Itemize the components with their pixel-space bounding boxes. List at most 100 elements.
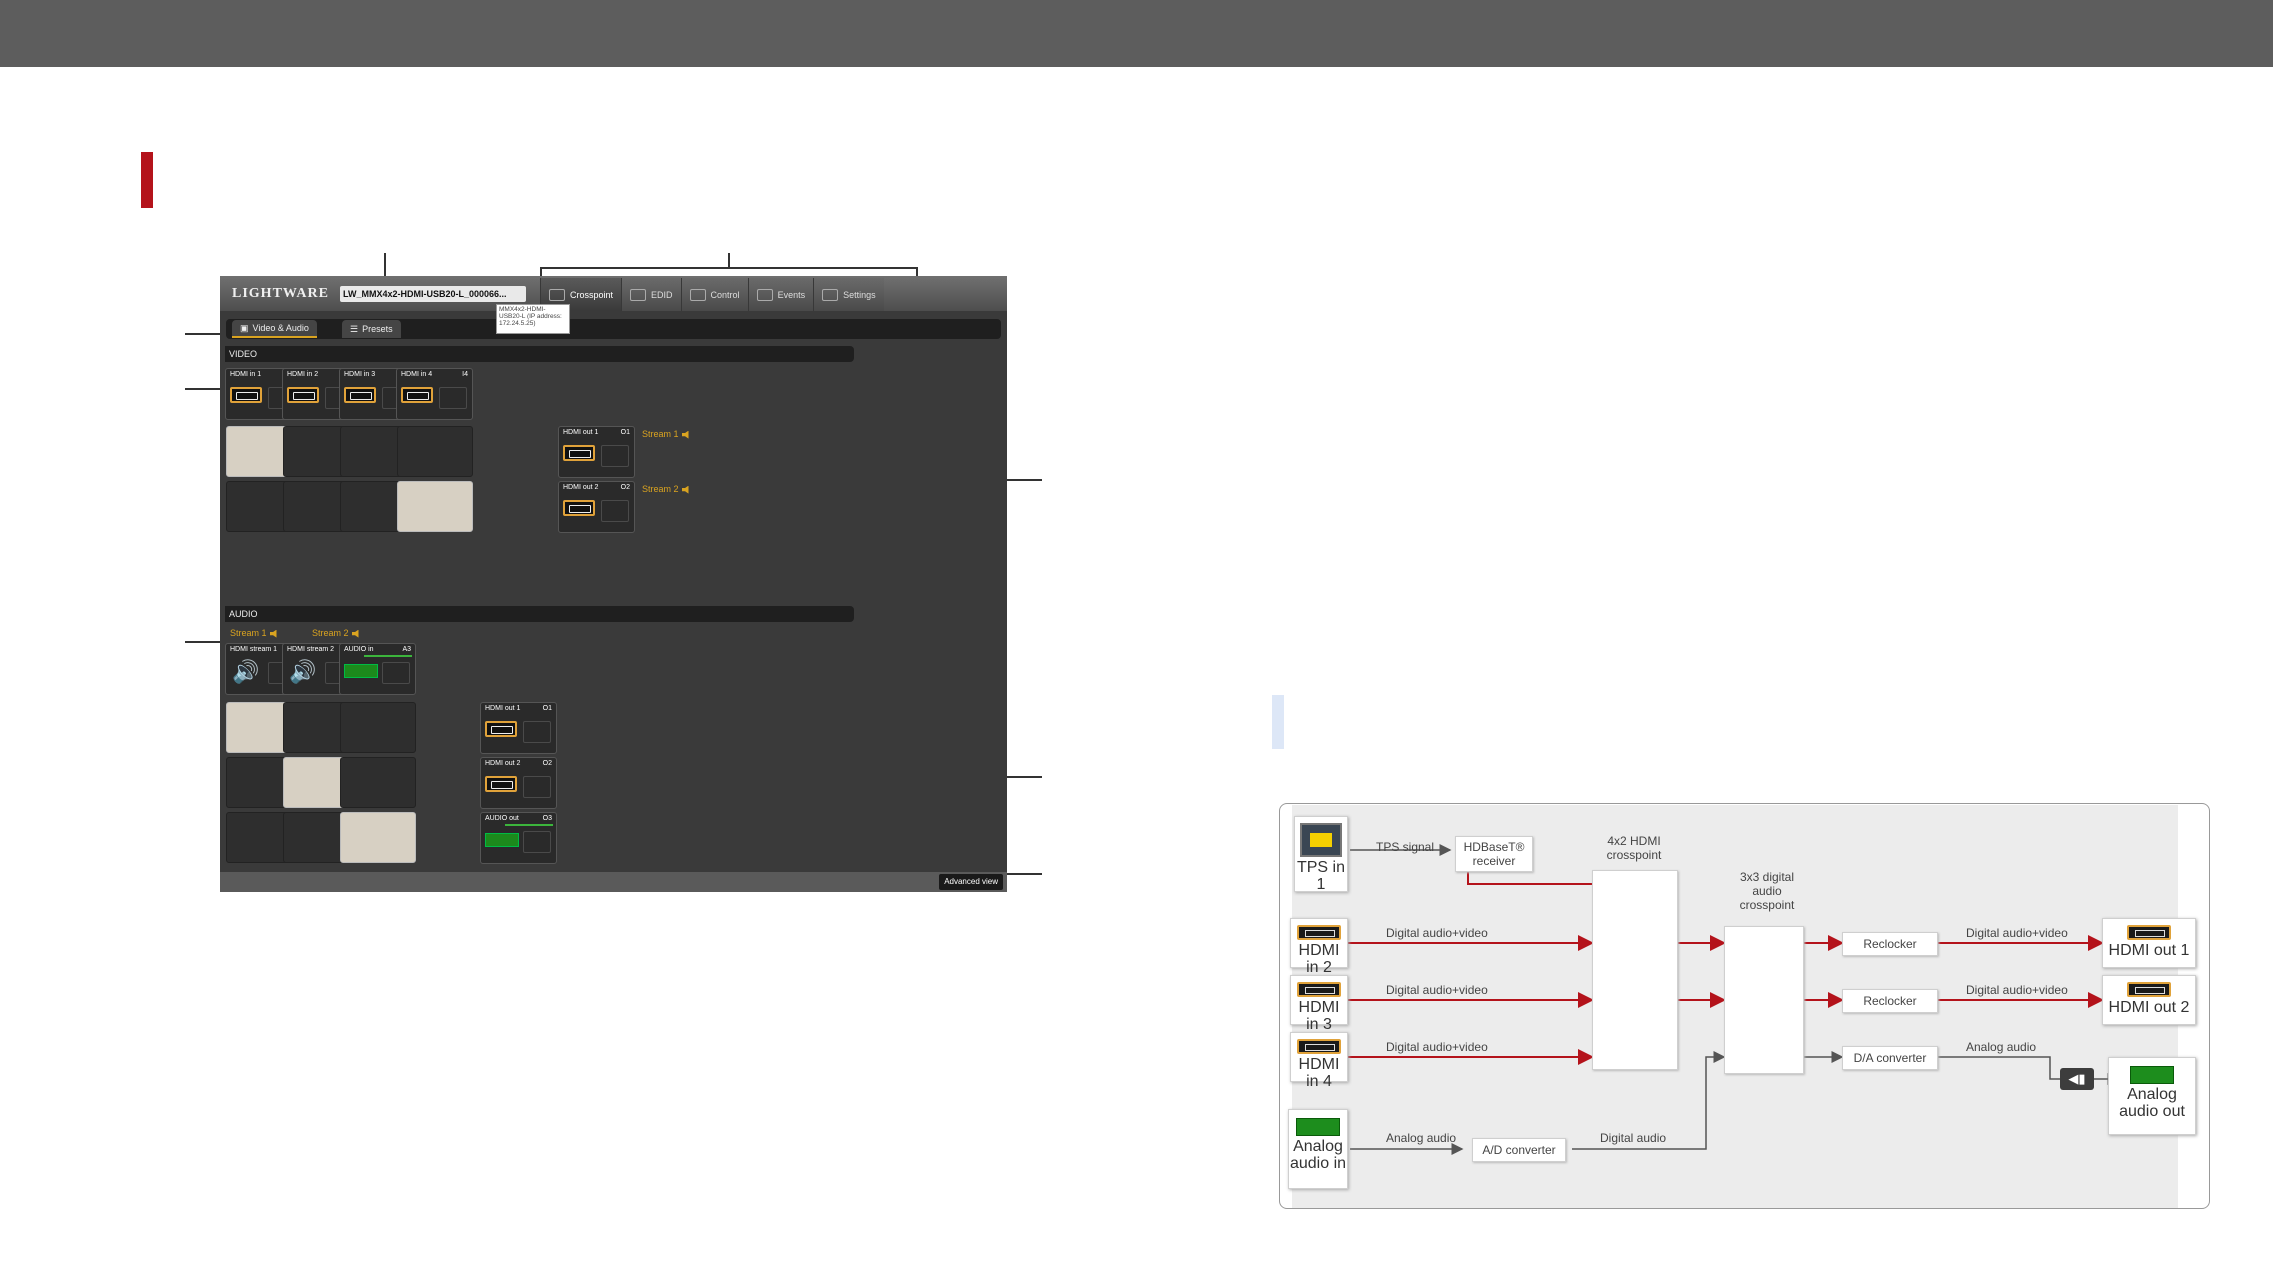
video-section-title: VIDEO bbox=[225, 346, 854, 362]
ad-converter: A/D converter bbox=[1472, 1138, 1566, 1162]
video-input-port[interactable]: HDMI in 4 I4 bbox=[396, 368, 473, 420]
port-name: HDMI stream 2 bbox=[287, 646, 335, 653]
audio-output-port[interactable]: AUDIO out O3 bbox=[480, 812, 557, 864]
stream-label: Stream 1 bbox=[642, 429, 679, 439]
tps-signal-label: TPS signal bbox=[1376, 840, 1435, 854]
video-crosspoint-cell[interactable] bbox=[397, 426, 473, 477]
port-id: O2 bbox=[620, 484, 630, 491]
audio-crosspoint-cell[interactable] bbox=[340, 757, 416, 808]
speaker-icon bbox=[269, 629, 277, 638]
port-placeholder bbox=[523, 776, 551, 798]
audio-output-port[interactable]: HDMI out 2 O2 bbox=[480, 757, 557, 809]
rj45-icon bbox=[1300, 823, 1342, 857]
advanced-view-button[interactable]: Advanced view bbox=[939, 874, 1003, 890]
tab-label: Events bbox=[777, 289, 806, 300]
hdmi-icon bbox=[485, 721, 517, 737]
signal-label: Digital audio+video bbox=[1386, 983, 1488, 997]
tab-settings[interactable]: Settings bbox=[813, 278, 884, 311]
hdmi-in-3-port: HDMI in 3 bbox=[1290, 975, 1348, 1033]
audio-section-title: AUDIO bbox=[225, 606, 854, 622]
stream-label: Stream 2 bbox=[642, 484, 679, 494]
monitor-icon bbox=[630, 288, 647, 301]
hdmi-in-2-port: HDMI in 2 bbox=[1290, 918, 1348, 976]
port-name: AUDIO in bbox=[344, 646, 374, 653]
speaker-icon: 🔊 bbox=[232, 659, 260, 684]
subtab-video-audio[interactable]: ▣ Video & Audio bbox=[232, 320, 317, 338]
hdmi-icon bbox=[1297, 982, 1341, 997]
speaker-icon bbox=[351, 629, 359, 638]
av-icon: ▣ bbox=[240, 322, 249, 333]
audio-input-port[interactable]: AUDIO in A3 bbox=[339, 643, 416, 695]
audio-stream-1[interactable]: Stream 1 bbox=[230, 628, 280, 638]
hdmi-out-2-port: HDMI out 2 bbox=[2102, 975, 2196, 1025]
video-output-port[interactable]: HDMI out 2 O2 bbox=[558, 481, 635, 533]
audio-crosspoint-block bbox=[1724, 926, 1804, 1074]
hdmi-crosspoint-block bbox=[1592, 870, 1678, 1070]
ui-header: LIGHTWARE LW_MMX4x2-HDMI-USB20-L_000066.… bbox=[220, 276, 1007, 311]
hdmi-icon bbox=[1297, 925, 1341, 940]
port-name: HDMI out 1 bbox=[485, 705, 521, 712]
block-diagram: TPS in 1 TPS signal HDBaseT® receiver 4x… bbox=[1279, 803, 2210, 1209]
terminal-block-icon bbox=[485, 833, 519, 847]
sliders-icon bbox=[689, 288, 706, 301]
manual-page: LIGHTWARE LW_MMX4x2-HDMI-USB20-L_000066.… bbox=[0, 0, 2273, 1276]
port-id: A3 bbox=[402, 646, 411, 653]
port-placeholder bbox=[439, 387, 467, 409]
device-tooltip: MMX4x2-HDMI-USB20-L (IP address: 172.24.… bbox=[496, 304, 570, 334]
audio-crosspoint-cell[interactable] bbox=[340, 812, 416, 863]
port-label: HDMI in 3 bbox=[1298, 999, 1340, 1033]
signal-label: Analog audio bbox=[1966, 1040, 2037, 1054]
signal-label: Digital audio+video bbox=[1966, 926, 2068, 940]
subtab-presets[interactable]: ☰ Presets bbox=[342, 320, 401, 338]
hdmi-icon bbox=[287, 387, 319, 403]
hdmi-icon bbox=[2127, 982, 2171, 997]
crosspoint-icon bbox=[549, 288, 565, 301]
speaker-icon bbox=[681, 430, 689, 439]
hdmi-icon bbox=[344, 387, 376, 403]
tab-events[interactable]: Events bbox=[747, 278, 814, 311]
port-label: Analog audio in bbox=[1289, 1138, 1347, 1172]
subtab-label: Video & Audio bbox=[252, 323, 309, 333]
port-name: HDMI in 4 bbox=[401, 371, 433, 378]
audio-crosspoint-cell[interactable] bbox=[340, 702, 416, 753]
port-name: AUDIO out bbox=[485, 815, 519, 822]
reclocker-2: Reclocker bbox=[1842, 989, 1938, 1013]
video-crosspoint-cell[interactable] bbox=[397, 481, 473, 532]
signal-label: Analog audio bbox=[1386, 1131, 1457, 1145]
signal-label: Digital audio bbox=[1600, 1131, 1667, 1145]
port-placeholder bbox=[523, 831, 551, 853]
events-icon bbox=[756, 288, 773, 301]
da-converter: D/A converter bbox=[1842, 1046, 1938, 1070]
lightware-web-ui: LIGHTWARE LW_MMX4x2-HDMI-USB20-L_000066.… bbox=[220, 276, 1007, 892]
tab-edid[interactable]: EDID bbox=[621, 278, 681, 311]
hdbaset-receiver: HDBaseT® receiver bbox=[1455, 836, 1533, 872]
output-stream-tag[interactable]: Stream 2 bbox=[642, 484, 692, 494]
audio-output-port[interactable]: HDMI out 1 O1 bbox=[480, 702, 557, 754]
hdmi-in-4-port: HDMI in 4 bbox=[1290, 1032, 1348, 1090]
port-placeholder bbox=[601, 445, 629, 467]
volume-icon: ◀▮ bbox=[2060, 1068, 2094, 1090]
port-label: HDMI in 2 bbox=[1298, 942, 1340, 976]
port-name: HDMI in 3 bbox=[344, 371, 376, 378]
audio-stream-2[interactable]: Stream 2 bbox=[312, 628, 362, 638]
video-output-port[interactable]: HDMI out 1 O1 bbox=[558, 426, 635, 478]
tab-control[interactable]: Control bbox=[680, 278, 748, 311]
hdmi-icon bbox=[485, 776, 517, 792]
port-placeholder bbox=[382, 662, 410, 684]
tab-label: Crosspoint bbox=[570, 289, 614, 300]
tab-label: Settings bbox=[843, 289, 876, 300]
output-stream-tag[interactable]: Stream 1 bbox=[642, 429, 692, 439]
port-label: TPS in 1 bbox=[1296, 859, 1345, 893]
list-icon: ☰ bbox=[350, 323, 359, 334]
device-label[interactable]: LW_MMX4x2-HDMI-USB20-L_000066... bbox=[340, 286, 526, 302]
callout-menu-bracket bbox=[540, 267, 918, 269]
section-marker bbox=[141, 152, 153, 208]
port-id: O1 bbox=[620, 429, 630, 436]
port-id: O2 bbox=[542, 760, 552, 767]
hdmi-out-1-port: HDMI out 1 bbox=[2102, 918, 2196, 968]
signal-label: Digital audio+video bbox=[1386, 1040, 1488, 1054]
port-label: HDMI out 2 bbox=[2108, 999, 2190, 1016]
port-label: HDMI out 1 bbox=[2108, 942, 2190, 959]
tps-in-port: TPS in 1 bbox=[1294, 816, 1348, 893]
page-header-bar bbox=[0, 0, 2273, 67]
